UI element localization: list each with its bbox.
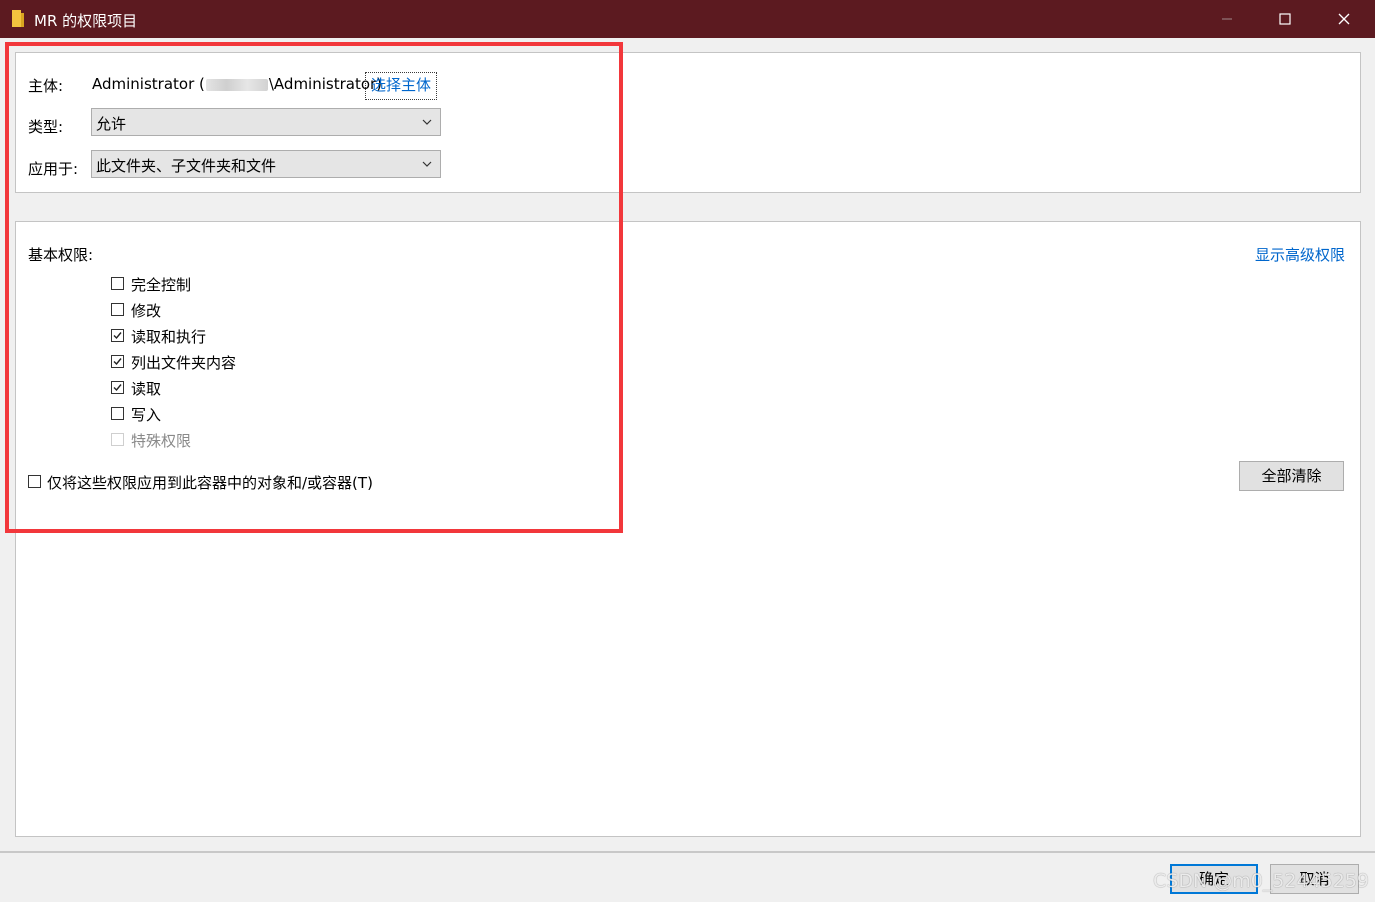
permission-label: 读取和执行 <box>131 328 207 346</box>
close-button[interactable] <box>1315 0 1373 38</box>
checkmark-icon <box>113 384 122 392</box>
permission-checkbox[interactable] <box>111 407 124 420</box>
ok-button[interactable]: 确定 <box>1170 864 1258 894</box>
permission-checkbox <box>111 433 124 446</box>
maximize-icon <box>1279 13 1291 25</box>
permission-label: 完全控制 <box>131 276 192 294</box>
permission-checkbox[interactable] <box>111 303 124 316</box>
window-title: MR 的权限项目 <box>34 12 138 30</box>
title-bar: MR 的权限项目 <box>0 0 1375 38</box>
type-select[interactable]: 允许 <box>91 108 441 136</box>
basic-permissions-label: 基本权限: <box>28 246 94 264</box>
close-icon <box>1338 13 1350 25</box>
permission-checkbox[interactable] <box>111 277 124 290</box>
permission-label: 列出文件夹内容 <box>131 354 237 372</box>
applies-to-select-value: 此文件夹、子文件夹和文件 <box>96 157 277 175</box>
chevron-down-icon <box>422 161 432 167</box>
type-label: 类型: <box>28 118 64 136</box>
maximize-button[interactable] <box>1256 0 1314 38</box>
inherit-only-checkbox[interactable] <box>28 475 41 488</box>
checkmark-icon <box>113 358 122 366</box>
footer-divider <box>0 851 1375 853</box>
inherit-only-label: 仅将这些权限应用到此容器中的对象和/或容器(T) <box>47 474 373 492</box>
principal-name: Administrator (\Administrator) <box>92 75 382 93</box>
permission-checkbox[interactable] <box>111 381 124 394</box>
permission-checkbox[interactable] <box>111 329 124 342</box>
permission-label: 读取 <box>131 380 162 398</box>
permission-checkbox[interactable] <box>111 355 124 368</box>
permissions-panel <box>15 221 1361 837</box>
permission-label: 修改 <box>131 302 162 320</box>
folder-icon <box>12 10 24 27</box>
minimize-button[interactable] <box>1198 0 1256 38</box>
principal-name-prefix: Administrator ( <box>92 75 205 93</box>
minimize-icon <box>1222 18 1232 20</box>
permission-label: 写入 <box>131 406 162 424</box>
checkmark-icon <box>113 332 122 340</box>
cancel-button[interactable]: 取消 <box>1270 864 1359 894</box>
type-select-value: 允许 <box>96 115 127 133</box>
applies-to-select[interactable]: 此文件夹、子文件夹和文件 <box>91 150 441 178</box>
principal-label: 主体: <box>28 77 64 95</box>
permission-label: 特殊权限 <box>131 432 192 450</box>
chevron-down-icon <box>422 119 432 125</box>
show-advanced-permissions-link[interactable]: 显示高级权限 <box>1255 244 1345 265</box>
redacted-block <box>205 78 268 91</box>
clear-all-button[interactable]: 全部清除 <box>1239 461 1344 491</box>
select-principal-link[interactable]: 选择主体 <box>365 72 438 100</box>
applies-to-label: 应用于: <box>28 160 79 178</box>
